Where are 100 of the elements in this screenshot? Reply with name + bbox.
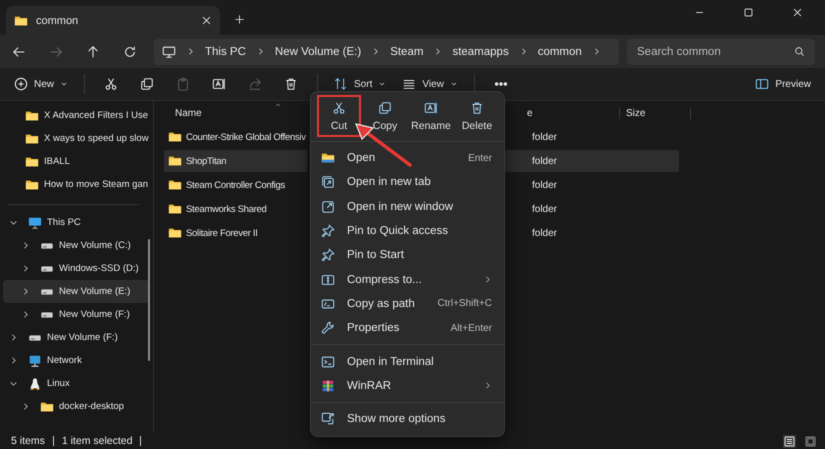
- menu-item[interactable]: WinRAR: [315, 374, 500, 398]
- column-header[interactable]: e: [515, 108, 620, 119]
- folder-icon: [168, 154, 182, 168]
- menu-item[interactable]: Open in new tab: [315, 170, 500, 195]
- menu-item[interactable]: Compress to...: [315, 267, 500, 292]
- folder-icon: [25, 178, 39, 192]
- breadcrumb[interactable]: common: [538, 46, 582, 58]
- file-row[interactable]: Steamworks Shared: [164, 198, 307, 220]
- folder-icon: [321, 151, 335, 166]
- breadcrumb[interactable]: New Volume (E:): [274, 46, 362, 58]
- highlighted-cut-button[interactable]: Cut: [317, 95, 361, 137]
- menu-item[interactable]: Pin to Quick access: [315, 218, 500, 244]
- close-icon[interactable]: [792, 7, 803, 18]
- more-options-icon: [321, 412, 335, 426]
- tree-label: This PC: [47, 217, 81, 228]
- tree-item[interactable]: Linux: [3, 372, 149, 395]
- tree-label: Windows-SSD (D:): [59, 263, 139, 274]
- refresh-icon[interactable]: [123, 44, 137, 58]
- file-row[interactable]: ShopTitan: [164, 150, 307, 172]
- maximize-icon[interactable]: [743, 7, 754, 18]
- rename-button[interactable]: Rename: [409, 95, 453, 137]
- file-type: folder: [504, 150, 679, 172]
- menu-item[interactable]: Open in new window: [315, 194, 500, 219]
- tree-item[interactable]: docker-desktop: [3, 395, 149, 418]
- search-field[interactable]: Search common: [627, 38, 815, 64]
- trash-button[interactable]: Delete: [455, 95, 499, 137]
- tiles-view-icon[interactable]: [804, 434, 817, 448]
- tree-item[interactable]: Windows-SSD (D:): [3, 257, 149, 280]
- sort-button[interactable]: Sort: [328, 73, 392, 95]
- caret-icon: [450, 80, 458, 88]
- close-tab-icon[interactable]: [201, 15, 212, 26]
- compress-icon: [321, 272, 335, 287]
- clipboard-icon: [176, 77, 190, 91]
- tree-label: New Volume (E:): [59, 286, 130, 297]
- menu-item[interactable]: Copy as path Ctrl+Shift+C: [315, 292, 500, 316]
- search-icon: [794, 46, 805, 56]
- tree-item[interactable]: This PC: [3, 211, 149, 234]
- file-type: folder: [531, 226, 558, 240]
- file-row[interactable]: Steam Controller Configs: [164, 174, 307, 196]
- new-tab-icon[interactable]: [234, 14, 245, 25]
- trash-icon: [284, 77, 298, 91]
- tree-label: New Volume (F:): [59, 309, 130, 320]
- scissors-icon: [104, 77, 118, 91]
- share-icon: [248, 77, 262, 91]
- new-tab-icon: [321, 175, 335, 190]
- sidebar-item[interactable]: X ways to speed up slow: [3, 127, 149, 150]
- view-icon: [402, 77, 416, 91]
- file-type: folder: [531, 202, 558, 216]
- tree-item[interactable]: New Volume (F:): [3, 303, 149, 326]
- scissors-icon: [332, 100, 346, 114]
- menu-item[interactable]: Pin to Start: [315, 243, 500, 268]
- copy-button[interactable]: Copy: [363, 95, 407, 137]
- breadcrumb[interactable]: Steam: [390, 46, 424, 58]
- details-view-icon[interactable]: [783, 434, 796, 448]
- tree-label: docker-desktop: [59, 401, 124, 412]
- tree-item[interactable]: New Volume (C:): [3, 234, 149, 257]
- pin-icon: [321, 248, 335, 262]
- preview-button[interactable]: Preview: [749, 73, 817, 95]
- file-type: folder: [531, 178, 558, 192]
- copy-path-icon: [321, 296, 335, 311]
- file-name: ShopTitan: [186, 156, 226, 166]
- folder-tab[interactable]: common: [6, 6, 220, 35]
- view-button[interactable]: View: [396, 73, 464, 95]
- folder-label: How to move Steam gan: [44, 179, 148, 190]
- caret-icon: [378, 80, 386, 88]
- sidebar-item[interactable]: How to move Steam gan: [3, 173, 149, 196]
- menu-item[interactable]: Show more options: [315, 406, 500, 432]
- folder-icon: [25, 108, 39, 122]
- plus-icon: [14, 77, 28, 91]
- scrollbar[interactable]: [148, 239, 150, 361]
- new-button[interactable]: New: [8, 73, 74, 95]
- menu-item[interactable]: Open in Terminal: [315, 349, 500, 374]
- tree-label: Network: [47, 355, 82, 366]
- menu-item[interactable]: Open Enter: [315, 146, 500, 170]
- column-header[interactable]: Size: [620, 108, 691, 119]
- folder-icon: [14, 14, 28, 28]
- folder-icon: [168, 226, 182, 240]
- tree-item[interactable]: Network: [3, 349, 149, 372]
- rename-icon: [212, 77, 226, 91]
- computer-icon: [28, 216, 42, 230]
- computer-icon: [162, 44, 176, 58]
- back-icon[interactable]: [12, 44, 26, 58]
- breadcrumb[interactable]: This PC: [205, 46, 246, 58]
- file-row[interactable]: Solitaire Forever II: [164, 222, 307, 244]
- file-row[interactable]: Counter-Strike Global Offensiv: [164, 126, 307, 148]
- tree-item[interactable]: New Volume (E:): [3, 280, 149, 303]
- folder-icon: [40, 400, 54, 414]
- address-bar[interactable]: This PC New Volume (E:) Steam steamapps common: [154, 38, 619, 64]
- sidebar-item[interactable]: X Advanced Filters I Use: [3, 104, 149, 127]
- breadcrumb[interactable]: steamapps: [452, 46, 509, 58]
- tree-label: New Volume (F:): [47, 332, 118, 343]
- sidebar-item[interactable]: IBALL: [3, 150, 149, 173]
- folder-icon: [25, 132, 39, 146]
- up-arrow-icon[interactable]: [86, 44, 100, 58]
- selection-count: 1 item selected: [62, 435, 132, 447]
- caret-icon: [60, 80, 68, 88]
- tree-item[interactable]: New Volume (F:): [3, 326, 149, 349]
- sort-icon: [334, 77, 348, 91]
- folder-icon: [168, 178, 182, 192]
- menu-item[interactable]: Properties Alt+Enter: [315, 316, 500, 340]
